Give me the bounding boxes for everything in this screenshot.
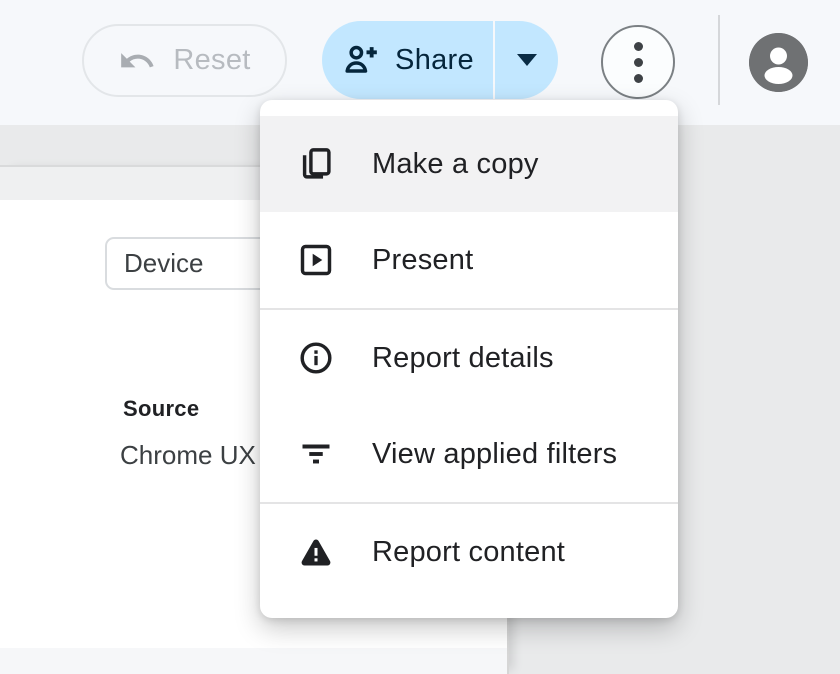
menu-item-label: Report content bbox=[372, 536, 565, 569]
menu-item-label: Make a copy bbox=[372, 148, 539, 181]
menu-item-label: Present bbox=[372, 244, 473, 277]
present-icon bbox=[298, 242, 334, 278]
avatar[interactable] bbox=[749, 33, 808, 92]
share-split-button: Share bbox=[322, 21, 558, 99]
menu-item-report-details[interactable]: Report details bbox=[260, 310, 678, 406]
warning-icon bbox=[298, 534, 334, 570]
undo-icon bbox=[118, 42, 156, 80]
person-add-icon bbox=[341, 40, 381, 80]
share-button-label: Share bbox=[395, 44, 474, 77]
device-filter-label: Device bbox=[124, 248, 203, 279]
menu-item-report-content[interactable]: Report content bbox=[260, 504, 678, 600]
header-divider bbox=[718, 15, 720, 105]
page-footer-band bbox=[0, 648, 507, 674]
chevron-down-icon bbox=[517, 54, 537, 66]
copy-icon bbox=[298, 146, 334, 182]
filter-icon bbox=[298, 436, 334, 472]
reset-button[interactable]: Reset bbox=[82, 24, 287, 97]
reset-button-label: Reset bbox=[173, 44, 250, 77]
more-options-menu: Make a copy Present Report details bbox=[260, 100, 678, 618]
menu-item-label: Report details bbox=[372, 342, 554, 375]
share-dropdown-button[interactable] bbox=[495, 21, 558, 99]
menu-item-make-a-copy[interactable]: Make a copy bbox=[260, 116, 678, 212]
source-label: Source bbox=[123, 396, 199, 422]
more-options-button[interactable] bbox=[601, 25, 675, 99]
share-button[interactable]: Share bbox=[322, 21, 493, 99]
looker-studio-view: Device Source Chrome UX Report Reset bbox=[0, 0, 840, 674]
menu-item-label: View applied filters bbox=[372, 438, 617, 471]
menu-item-present[interactable]: Present bbox=[260, 212, 678, 308]
info-icon bbox=[298, 340, 334, 376]
menu-item-view-applied-filters[interactable]: View applied filters bbox=[260, 406, 678, 502]
more-vert-icon bbox=[634, 42, 643, 51]
